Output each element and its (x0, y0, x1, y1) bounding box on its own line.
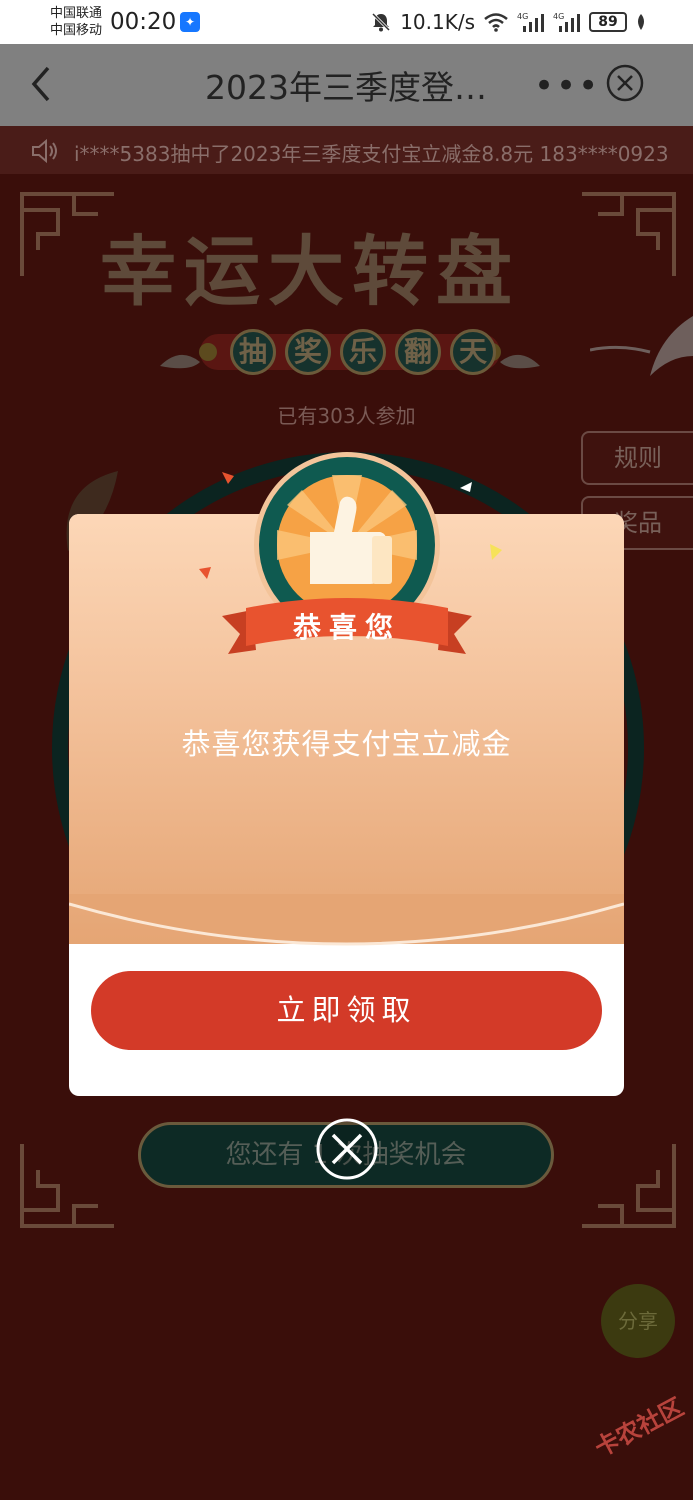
title-bar: 2023年三季度登… ••• (0, 44, 693, 126)
subtitle-char: 奖 (285, 329, 331, 375)
network-speed: 10.1K/s (400, 10, 475, 34)
signal-icon-2: 4G (553, 12, 580, 32)
carrier-names: 中国联通 中国移动 (50, 5, 102, 39)
winner-marquee: i****5383抽中了2023年三季度支付宝立减金8.8元 183****09… (0, 126, 693, 174)
crane-decoration (590, 316, 693, 376)
status-indicators: 10.1K/s 4G 4G 89 (370, 10, 647, 34)
carrier-1: 中国联通 (50, 6, 103, 21)
subtitle-char: 乐 (340, 329, 386, 375)
svg-text:4G: 4G (517, 12, 528, 21)
page-title: 2023年三季度登… (205, 68, 487, 107)
confetti-decoration (460, 482, 472, 492)
mute-bell-icon (372, 12, 391, 32)
carrier-2: 中国移动 (50, 23, 103, 38)
corner-ornament-bottom-right (582, 1144, 676, 1228)
subtitle-char: 翻 (395, 329, 441, 375)
chevron-left-icon (31, 66, 50, 102)
svg-text:4G: 4G (553, 12, 564, 21)
site-watermark: 卡农社区 (590, 1392, 689, 1463)
corner-ornament-bottom-left (20, 1144, 114, 1228)
wifi-icon (484, 13, 508, 32)
claim-now-button[interactable]: 立即领取 (91, 971, 602, 1050)
leaf-icon (638, 14, 644, 30)
modal-close-button[interactable] (315, 1117, 379, 1181)
status-bar: 中国联通 中国移动 00:20 ✦ 10.1K/s 4G 4G 89 (0, 0, 693, 44)
participant-count: 已有303人参加 (277, 404, 416, 428)
congrats-label: 恭喜您 (292, 611, 401, 644)
close-page-button[interactable] (605, 63, 645, 103)
confetti-decoration (199, 567, 211, 579)
signal-icon: 4G (517, 12, 544, 32)
confetti-decoration (490, 544, 502, 560)
lucky-wheel-title: 幸运大转盘 (100, 227, 520, 316)
battery-indicator: 89 (589, 12, 627, 32)
clock: 00:20 (110, 9, 177, 35)
share-button[interactable]: 分享 (601, 1284, 675, 1358)
subtitle-characters: 抽 奖 乐 翻 天 (230, 329, 496, 375)
subtitle-char: 天 (450, 329, 496, 375)
back-button[interactable] (24, 62, 64, 106)
prize-message: 恭喜您获得支付宝立减金 (181, 727, 512, 761)
subtitle-char: 抽 (230, 329, 276, 375)
confetti-decoration (222, 472, 234, 484)
corner-ornament-top-right (582, 192, 676, 276)
more-options-button[interactable]: ••• (534, 66, 600, 106)
modal-curve-divider (69, 894, 624, 946)
marquee-text: i****5383抽中了2023年三季度支付宝立减金8.8元 183****09… (74, 142, 669, 166)
speaker-icon (32, 138, 57, 164)
app-notification-icon: ✦ (180, 12, 200, 32)
rules-button[interactable]: 规则 (581, 431, 693, 485)
